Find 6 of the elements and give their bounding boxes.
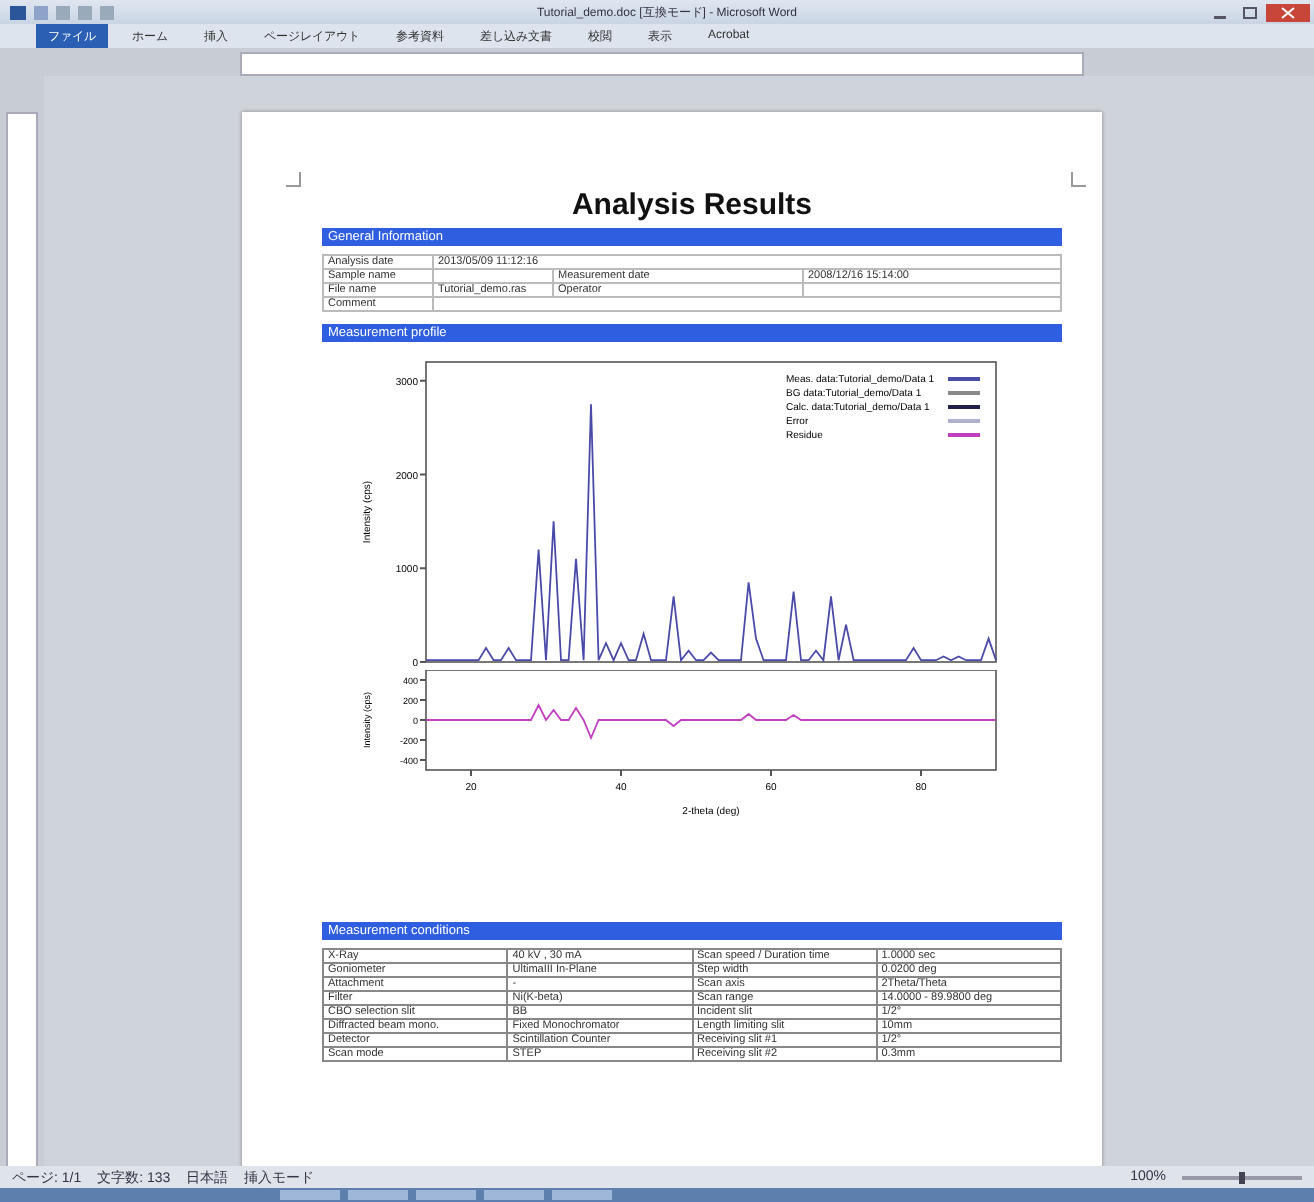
corner-mark <box>1070 172 1086 188</box>
close-icon[interactable] <box>1266 3 1310 21</box>
table-cell <box>433 269 553 283</box>
slider-thumb[interactable] <box>1239 1171 1245 1183</box>
corner-mark <box>286 172 302 188</box>
document-title: Analysis Results <box>569 188 815 222</box>
